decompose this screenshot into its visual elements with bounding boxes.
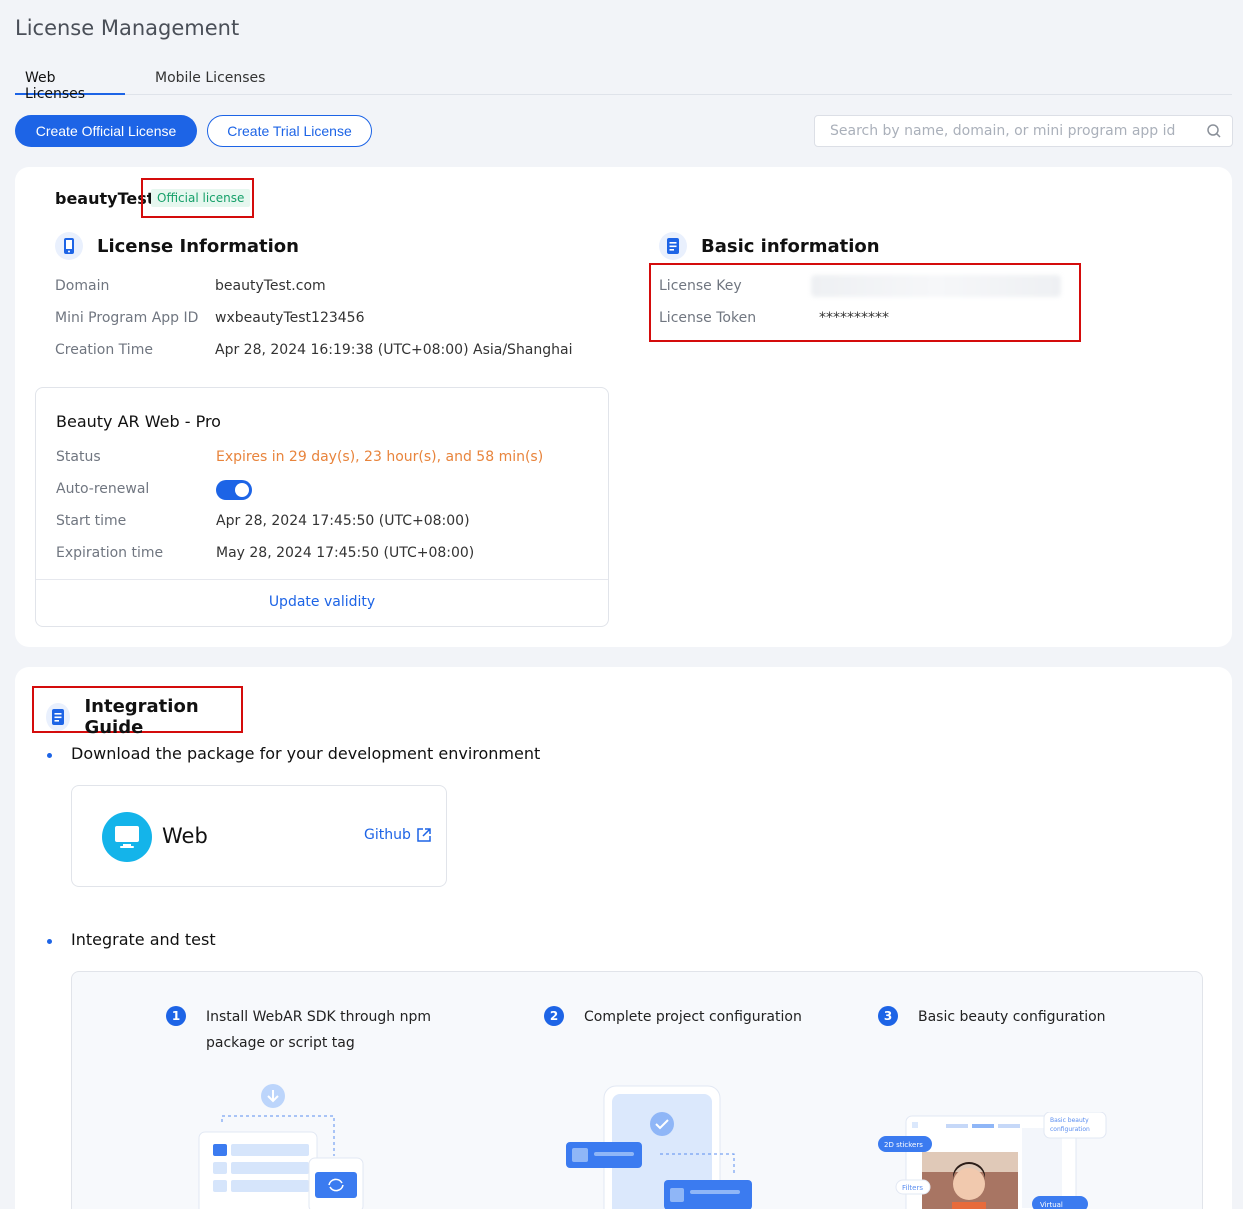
virtual-chip-label: Virtual: [1040, 1201, 1063, 1209]
start-time-value: Apr 28, 2024 17:45:50 (UTC+08:00): [216, 513, 470, 529]
license-name: beautyTest: [55, 189, 155, 208]
npm-install-illustration: [198, 1084, 364, 1209]
step-number: 3: [878, 1006, 898, 1026]
license-tabs: Web Licenses Mobile Licenses: [15, 64, 1232, 102]
github-link[interactable]: Github: [364, 827, 431, 843]
expiration-time-label: Expiration time: [56, 545, 164, 561]
stickers-chip-label: 2D stickers: [884, 1141, 923, 1149]
creation-time-label: Creation Time: [55, 342, 153, 358]
monitor-icon: [102, 812, 152, 862]
update-validity-link[interactable]: Update validity: [36, 594, 608, 610]
search-icon[interactable]: [1206, 123, 1222, 139]
github-link-label: Github: [364, 827, 411, 843]
integration-guide-header: Integration Guide: [46, 696, 241, 738]
search-box: [814, 115, 1233, 147]
web-platform-card: Web Github: [71, 785, 447, 887]
filters-chip-label: Filters: [902, 1184, 923, 1192]
integration-steps: 1 Install WebAR SDK through npm package …: [71, 971, 1203, 1209]
tab-web-licenses[interactable]: Web Licenses: [15, 70, 125, 102]
integrate-heading: Integrate and test: [71, 930, 216, 949]
license-information-title: License Information: [97, 235, 299, 257]
integration-guide-title: Integration Guide: [84, 696, 199, 738]
document-icon: [659, 232, 687, 260]
creation-time-value: Apr 28, 2024 16:19:38 (UTC+08:00) Asia/S…: [215, 342, 573, 358]
guide-header-highlight: Integration Guide: [32, 686, 243, 738]
create-official-license-button[interactable]: Create Official License: [15, 115, 197, 147]
product-box: Beauty AR Web - Pro Status Expires in 29…: [35, 387, 609, 627]
beauty-config-illustration: 2D stickers Filters Basic beauty configu…: [878, 1112, 1107, 1209]
license-type-badge: Official license: [151, 189, 251, 207]
badge-highlight: Official license: [141, 178, 254, 218]
integration-guide-card: Integration Guide Download the package f…: [15, 667, 1232, 1209]
step-1: 1 Install WebAR SDK through npm package …: [166, 1004, 466, 1056]
basic-beauty-chip-label: Basic beauty: [1050, 1117, 1089, 1124]
step-text: Complete project configuration: [584, 1009, 802, 1025]
status-label: Status: [56, 449, 101, 465]
license-token-value: **********: [819, 310, 889, 326]
license-key-label: License Key: [659, 278, 742, 294]
license-card: beautyTest Official license License Info…: [15, 167, 1232, 647]
start-time-label: Start time: [56, 513, 127, 529]
bullet: [47, 939, 52, 944]
step-number: 2: [544, 1006, 564, 1026]
auto-renewal-toggle[interactable]: [216, 480, 252, 500]
download-heading: Download the package for your developmen…: [71, 744, 541, 763]
page-title: License Management: [15, 16, 240, 40]
step-3: 3 Basic beauty configuration: [878, 1004, 1178, 1030]
basic-info-highlight: License Key License Token **********: [649, 263, 1081, 342]
toggle-knob: [235, 483, 249, 497]
basic-information-header: Basic information: [659, 232, 880, 260]
auto-renewal-label: Auto-renewal: [56, 481, 150, 497]
product-info-list: Status Expires in 29 day(s), 23 hour(s),…: [56, 449, 596, 561]
license-info-list: Domain beautyTest.com Mini Program App I…: [55, 278, 615, 358]
tab-mobile-licenses[interactable]: Mobile Licenses: [145, 70, 275, 95]
step-2: 2 Complete project configuration: [544, 1004, 844, 1030]
license-token-label: License Token: [659, 310, 757, 326]
phone-icon: [55, 232, 83, 260]
app-id-label: Mini Program App ID: [55, 310, 199, 326]
license-information-header: License Information: [55, 232, 299, 260]
step-text: Basic beauty configuration: [918, 1009, 1106, 1025]
external-link-icon: [417, 828, 431, 842]
expiration-time-value: May 28, 2024 17:45:50 (UTC+08:00): [216, 545, 475, 561]
create-trial-license-button[interactable]: Create Trial License: [207, 115, 372, 147]
bullet: [47, 753, 52, 758]
document-icon: [46, 703, 71, 731]
divider: [36, 579, 608, 580]
app-id-value: wxbeautyTest123456: [215, 310, 365, 326]
web-platform-label: Web: [162, 824, 208, 848]
step-text: Install WebAR SDK through npm package or…: [206, 1009, 432, 1051]
project-config-illustration: [566, 1085, 752, 1209]
basic-information-title: Basic information: [701, 235, 880, 257]
product-title: Beauty AR Web - Pro: [56, 412, 221, 431]
domain-label: Domain: [55, 278, 110, 294]
search-input[interactable]: [815, 116, 1195, 146]
step-number: 1: [166, 1006, 186, 1026]
basic-beauty-chip-label-2: configuration: [1050, 1126, 1090, 1133]
status-value: Expires in 29 day(s), 23 hour(s), and 58…: [216, 449, 544, 465]
domain-value: beautyTest.com: [215, 278, 326, 294]
license-key-value-blurred: [811, 275, 1061, 297]
